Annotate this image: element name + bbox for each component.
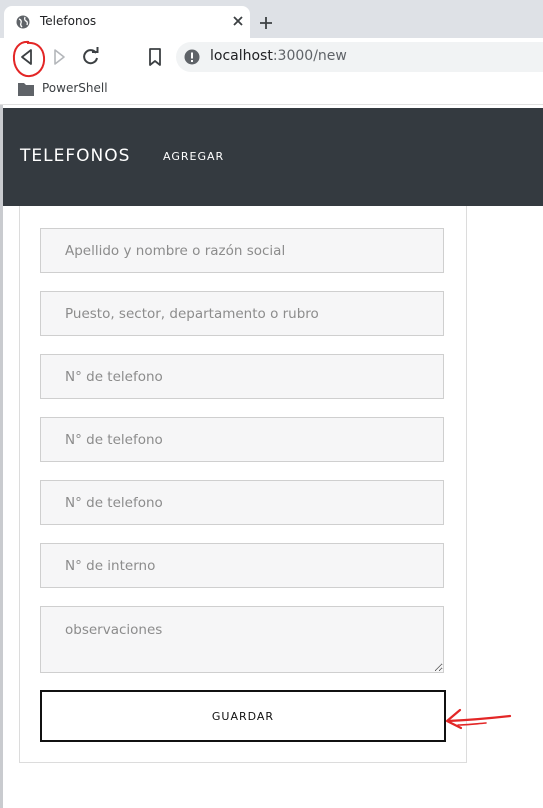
guardar-button[interactable]: GUARDAR	[40, 690, 446, 742]
url-host: localhost	[210, 48, 273, 64]
new-tab-icon[interactable]	[258, 15, 274, 31]
browser-toolbar: localhost:3000/new	[0, 38, 543, 76]
bookmark-powershell[interactable]: PowerShell	[42, 81, 108, 95]
telefono-1-input[interactable]	[40, 354, 444, 399]
url-path: :3000/new	[272, 48, 347, 64]
reload-icon[interactable]	[80, 46, 102, 68]
observaciones-textarea[interactable]	[40, 606, 444, 673]
navbar-brand[interactable]: TELEFONOS	[20, 146, 130, 166]
nav-link-agregar[interactable]: AGREGAR	[163, 150, 224, 163]
telefono-3-input[interactable]	[40, 480, 444, 525]
forward-icon[interactable]	[48, 46, 70, 68]
interno-input[interactable]	[40, 543, 444, 588]
info-icon[interactable]	[184, 49, 200, 65]
site-navbar: TELEFONOS AGREGAR	[3, 108, 543, 206]
telefono-2-input[interactable]	[40, 417, 444, 462]
nombre-input[interactable]	[40, 228, 444, 273]
browser-tab[interactable]: Telefonos	[4, 6, 250, 38]
puesto-input[interactable]	[40, 291, 444, 336]
globe-icon	[16, 15, 30, 29]
tab-title: Telefonos	[40, 14, 97, 28]
bookmark-icon[interactable]	[144, 46, 166, 68]
url-text: localhost:3000/new	[210, 48, 347, 64]
folder-icon	[18, 83, 34, 96]
address-bar[interactable]: localhost:3000/new	[176, 42, 543, 72]
annotation-arrow	[445, 708, 512, 730]
tab-strip: Telefonos	[0, 0, 543, 38]
close-icon[interactable]	[230, 13, 246, 29]
annotation-circle	[12, 40, 46, 78]
bookmarks-bar: PowerShell	[0, 76, 543, 105]
